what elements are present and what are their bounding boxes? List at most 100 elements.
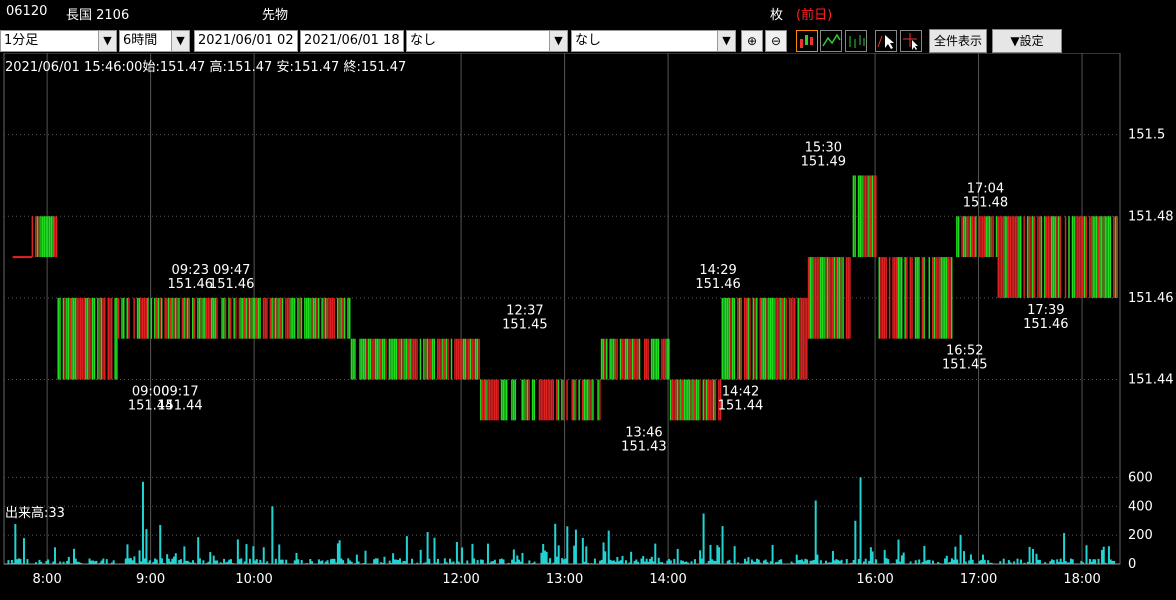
- volume-bar: [19, 558, 22, 564]
- candle-bar: [894, 257, 896, 339]
- candle-bar: [166, 297, 168, 339]
- volume-bar: [473, 558, 476, 564]
- candle-bar: [109, 297, 111, 380]
- volume-bar: [680, 560, 683, 564]
- zoom-in-icon: ⊕: [746, 34, 758, 48]
- chevron-down-icon[interactable]: ▼: [717, 31, 735, 51]
- annotation-price: 151.46: [168, 277, 214, 292]
- candle-bar: [428, 338, 430, 380]
- candle-bar: [443, 338, 446, 380]
- chevron-down-icon[interactable]: ▼: [549, 31, 567, 51]
- volume-bar: [476, 560, 479, 564]
- candle-bar: [988, 216, 991, 258]
- volume-bar: [512, 549, 515, 564]
- candle-bar: [254, 297, 256, 339]
- zoom-out-button[interactable]: ⊖: [765, 30, 787, 52]
- volume-bar: [718, 547, 721, 564]
- candle-bar: [592, 379, 594, 421]
- line-chart-button[interactable]: [820, 30, 842, 52]
- candle-flat: [17, 256, 20, 259]
- volume-bar: [752, 561, 755, 564]
- candle-bar: [433, 338, 435, 380]
- candle-bar: [323, 297, 325, 339]
- candle-bar: [1045, 216, 1048, 298]
- settings-button[interactable]: ▼設定: [992, 29, 1062, 53]
- candle-bar: [245, 297, 247, 339]
- volume-bar: [590, 563, 593, 564]
- volume-bar: [574, 529, 577, 564]
- candle-bar: [269, 297, 272, 339]
- indicator1-select[interactable]: なし ▼: [406, 30, 568, 52]
- chevron-down-icon[interactable]: ▼: [171, 31, 189, 51]
- volume-bar: [687, 562, 690, 564]
- volume-bar: [780, 559, 783, 564]
- span-select[interactable]: 6時間 ▼: [119, 30, 190, 52]
- candle-bar: [806, 297, 808, 380]
- candle-bar: [40, 216, 42, 258]
- show-all-button[interactable]: 全件表示: [929, 29, 987, 53]
- volume-bar: [1023, 562, 1026, 564]
- candle-bar: [947, 257, 950, 339]
- candle-bar: [35, 216, 37, 258]
- candle-bar: [831, 257, 834, 339]
- volume-bar: [507, 562, 510, 564]
- bar-chart-button[interactable]: [845, 30, 867, 52]
- indicator2-select[interactable]: なし ▼: [571, 30, 736, 52]
- volume-bar: [212, 555, 215, 564]
- candle-bar: [807, 257, 810, 339]
- candle-bar: [864, 175, 867, 258]
- candle-chart-button[interactable]: [796, 30, 818, 52]
- volume-bar: [980, 559, 983, 564]
- volume-bar: [897, 539, 900, 564]
- candle-bar: [279, 297, 282, 339]
- zoom-in-button[interactable]: ⊕: [741, 30, 763, 52]
- candle-bar: [561, 379, 563, 421]
- candle-bar: [566, 379, 568, 421]
- to-date-field[interactable]: 2021/06/01 18: [300, 30, 404, 52]
- candle-bar: [476, 338, 479, 380]
- candle-bar: [133, 297, 135, 339]
- from-date-field[interactable]: 2021/06/01 02: [194, 30, 298, 52]
- candle-bar: [204, 297, 206, 339]
- volume-bar: [1059, 558, 1062, 564]
- candle-bar: [374, 338, 377, 380]
- candle-bar: [1095, 216, 1098, 298]
- volume-bar: [1107, 546, 1110, 564]
- candle-bar: [321, 297, 323, 339]
- volume-bar: [514, 561, 517, 564]
- volume-bar: [35, 562, 38, 564]
- interval-select[interactable]: 1分足 ▼: [0, 30, 117, 52]
- candle-bar: [414, 338, 417, 380]
- candle-bar: [257, 297, 260, 339]
- volume-bar: [159, 525, 162, 564]
- candle-bar: [704, 379, 706, 421]
- candle-bar: [83, 297, 85, 380]
- candle-bar: [492, 379, 494, 421]
- candle-flat: [21, 256, 24, 259]
- candle-bar: [587, 379, 589, 421]
- volume-bar: [219, 562, 222, 564]
- volume-bar: [192, 560, 195, 564]
- crosshair-tool-button[interactable]: [900, 30, 922, 52]
- volume-bar: [423, 562, 426, 564]
- volume-bar: [593, 558, 596, 564]
- candle-bar: [317, 297, 320, 339]
- candle-bar: [181, 297, 184, 339]
- candle-bar: [600, 338, 603, 380]
- candle-bar: [956, 216, 958, 258]
- cursor-tool-button[interactable]: [875, 30, 897, 52]
- candle-bar: [961, 216, 963, 258]
- volume-bar: [1056, 559, 1059, 564]
- volume-bar: [295, 552, 298, 564]
- span-value: 6時間: [123, 33, 158, 48]
- chart-area: 151.5 151.48 151.46 151.44 600 400 200 0 8:00 9:0…: [3, 53, 1174, 587]
- chevron-down-icon[interactable]: ▼: [98, 31, 116, 51]
- candle-bar: [687, 379, 689, 421]
- candle-bar: [243, 297, 246, 339]
- candle-bar: [818, 257, 820, 339]
- candle-bar: [405, 338, 408, 380]
- volume-bar: [668, 558, 671, 564]
- candle-bar: [1002, 216, 1005, 298]
- candle-bar: [754, 297, 756, 380]
- volume-bar: [1002, 558, 1005, 564]
